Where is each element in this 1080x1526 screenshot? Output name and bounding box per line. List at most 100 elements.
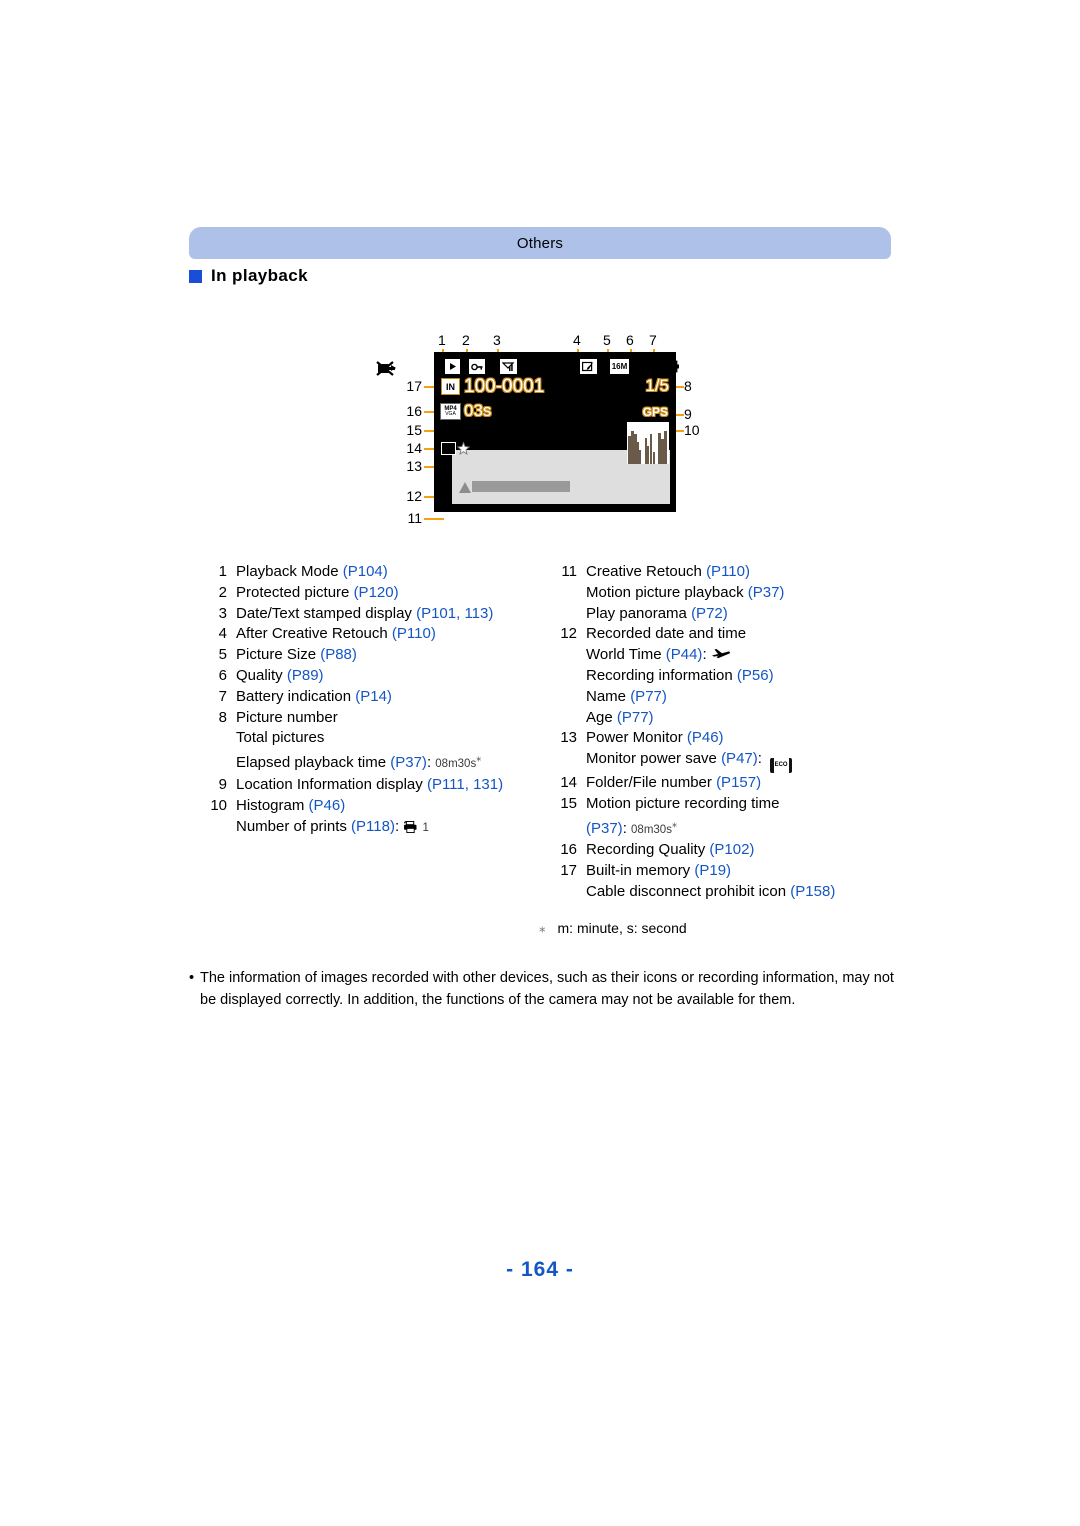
legend-row: Elapsed playback time (P37): 08m30s⁎ bbox=[189, 749, 539, 775]
legend-row-text: Recorded date and time bbox=[586, 624, 891, 645]
legend-label: Play panorama bbox=[586, 604, 692, 622]
legend-value: 1 bbox=[422, 821, 429, 834]
legend-row-number: 8 bbox=[218, 708, 227, 726]
legend-row: 2 Protected picture (P120) bbox=[189, 583, 539, 604]
callout-number-14: 14 bbox=[406, 440, 422, 456]
recording-quality-icon: MP4 VGA bbox=[440, 403, 461, 420]
legend-label: After Creative Retouch bbox=[236, 625, 392, 643]
legend-row: Play panorama (P72) bbox=[539, 604, 891, 625]
callout-number-3: 3 bbox=[493, 332, 501, 348]
legend-label: Battery indication bbox=[236, 687, 356, 705]
callout-number-15: 15 bbox=[406, 422, 422, 438]
legend-row: 7 Battery indication (P14) bbox=[189, 687, 539, 708]
legend-separator: : bbox=[426, 754, 432, 772]
legend-row: Name (P77) bbox=[539, 687, 891, 708]
footnote-ref-marker: ⁎ bbox=[476, 753, 482, 765]
picture-size-icon: 16M bbox=[609, 358, 630, 375]
callout-number-10: 10 bbox=[684, 422, 700, 438]
page-reference-link[interactable]: (P44) bbox=[666, 646, 703, 663]
legend-row-text: Quality (P89) bbox=[236, 666, 539, 687]
legend-row-text: Built-in memory (P19) bbox=[586, 861, 891, 882]
legend-row-number: 4 bbox=[218, 625, 227, 643]
footnote-text: m: minute, s: second bbox=[557, 920, 687, 936]
folder-file-number-text: 100-0001 bbox=[464, 376, 545, 397]
legend-row-number: 10 bbox=[210, 796, 227, 814]
legend-row-text: Name (P77) bbox=[586, 687, 891, 708]
page-reference-link[interactable]: (P110) bbox=[392, 625, 436, 642]
legend-row-text: Recording information (P56) bbox=[586, 666, 891, 687]
legend-row-number: 15 bbox=[560, 794, 577, 812]
page-reference-link[interactable]: (P88) bbox=[320, 646, 357, 663]
callout-number-2: 2 bbox=[462, 332, 470, 348]
built-in-memory-label: IN bbox=[446, 381, 455, 392]
legend-row-text: Playback Mode (P104) bbox=[236, 562, 539, 583]
creative-retouch-icon bbox=[459, 482, 471, 493]
page-reference-link[interactable]: (P47) bbox=[721, 750, 758, 767]
legend-row-text: Motion picture recording time bbox=[586, 794, 891, 815]
legend-row-number: 14 bbox=[560, 774, 577, 792]
motion-picture-recording-time-text: 03s bbox=[464, 401, 492, 420]
page-reference-link[interactable]: (P14) bbox=[355, 688, 392, 705]
legend-row: 1 Playback Mode (P104) bbox=[189, 562, 539, 583]
page-reference-link[interactable]: (P37) bbox=[748, 584, 785, 601]
legend-label: Power Monitor bbox=[586, 729, 687, 747]
page-reference-link[interactable]: (P37) bbox=[390, 754, 427, 771]
legend-row-text: Total pictures bbox=[236, 728, 539, 749]
legend-value: 08m30s bbox=[435, 758, 477, 771]
legend-row-text: World Time (P44): bbox=[586, 645, 891, 666]
page-reference-link[interactable]: (P158) bbox=[790, 883, 835, 900]
legend-row: 5 Picture Size (P88) bbox=[189, 645, 539, 666]
page-reference-link[interactable]: (P37) bbox=[586, 820, 623, 837]
page-reference-link[interactable]: (P19) bbox=[694, 862, 731, 879]
legend-separator: : bbox=[702, 646, 707, 664]
section-banner: Others bbox=[189, 227, 891, 259]
page-reference-link[interactable]: (P72) bbox=[691, 605, 728, 622]
legend-row-text: Histogram (P46) bbox=[236, 796, 539, 817]
picture-number-text: 1/5 bbox=[645, 376, 669, 395]
callout-number-4: 4 bbox=[573, 332, 581, 348]
legend-row: Recording information (P56) bbox=[539, 666, 891, 687]
legend-row-number: 17 bbox=[560, 862, 577, 880]
legend-label: Recording information bbox=[586, 666, 737, 684]
page-reference-link[interactable]: (P102) bbox=[709, 841, 754, 858]
page-reference-link[interactable]: (P46) bbox=[309, 797, 346, 814]
protected-picture-icon bbox=[468, 358, 486, 375]
page-reference-link[interactable]: (P89) bbox=[287, 667, 324, 684]
legend-row-number: 7 bbox=[218, 687, 227, 705]
legend-label: Recording Quality bbox=[586, 841, 710, 859]
legend-label: Date/Text stamped display bbox=[236, 604, 417, 622]
callout-number-13: 13 bbox=[406, 458, 422, 474]
page-reference-link[interactable]: (P56) bbox=[737, 667, 774, 684]
footnote-ref-marker: ⁎ bbox=[671, 818, 677, 830]
page-reference-link[interactable]: (P120) bbox=[354, 584, 399, 601]
legend-label: Age bbox=[586, 708, 617, 726]
legend-label: Creative Retouch bbox=[586, 563, 707, 580]
legend-row: 15 Motion picture recording time bbox=[539, 794, 891, 815]
legend-row-text: Age (P77) bbox=[586, 708, 891, 729]
page-reference-link[interactable]: (P77) bbox=[630, 688, 667, 705]
legend-label: Quality bbox=[236, 666, 287, 684]
legend-row-number: 1 bbox=[218, 563, 227, 580]
callout-number-17: 17 bbox=[406, 378, 422, 394]
legend-row: Age (P77) bbox=[539, 708, 891, 729]
page-reference-link[interactable]: (P101, 113) bbox=[416, 605, 493, 622]
callout-number-8: 8 bbox=[684, 378, 692, 394]
legend-row-number: 2 bbox=[218, 583, 227, 601]
legend-row-text: Motion picture playback (P37) bbox=[586, 583, 891, 604]
page-reference-link[interactable]: (P118) bbox=[351, 818, 395, 835]
page-reference-link[interactable]: (P104) bbox=[343, 563, 388, 580]
page-reference-link[interactable]: (P111, 131) bbox=[427, 776, 503, 793]
page-reference-link[interactable]: (P46) bbox=[687, 729, 724, 746]
page-reference-link[interactable]: (P77) bbox=[617, 709, 654, 726]
callout-number-1: 1 bbox=[438, 332, 446, 348]
legend-row-text: Recording Quality (P102) bbox=[586, 840, 891, 861]
legend-row: 13 Power Monitor (P46) bbox=[539, 728, 891, 749]
footnote-marker: ⁎ bbox=[539, 920, 546, 935]
legend-label: Motion picture playback bbox=[586, 583, 748, 601]
legend-row: 11 Creative Retouch (P110) bbox=[539, 562, 891, 583]
legend-row: Monitor power save (P47): ECO bbox=[539, 749, 891, 776]
legend-separator: : bbox=[622, 819, 627, 837]
page-reference-link[interactable]: (P157) bbox=[716, 774, 761, 791]
page-reference-link[interactable]: (P110) bbox=[706, 563, 750, 580]
legend-label: Name bbox=[586, 687, 631, 705]
